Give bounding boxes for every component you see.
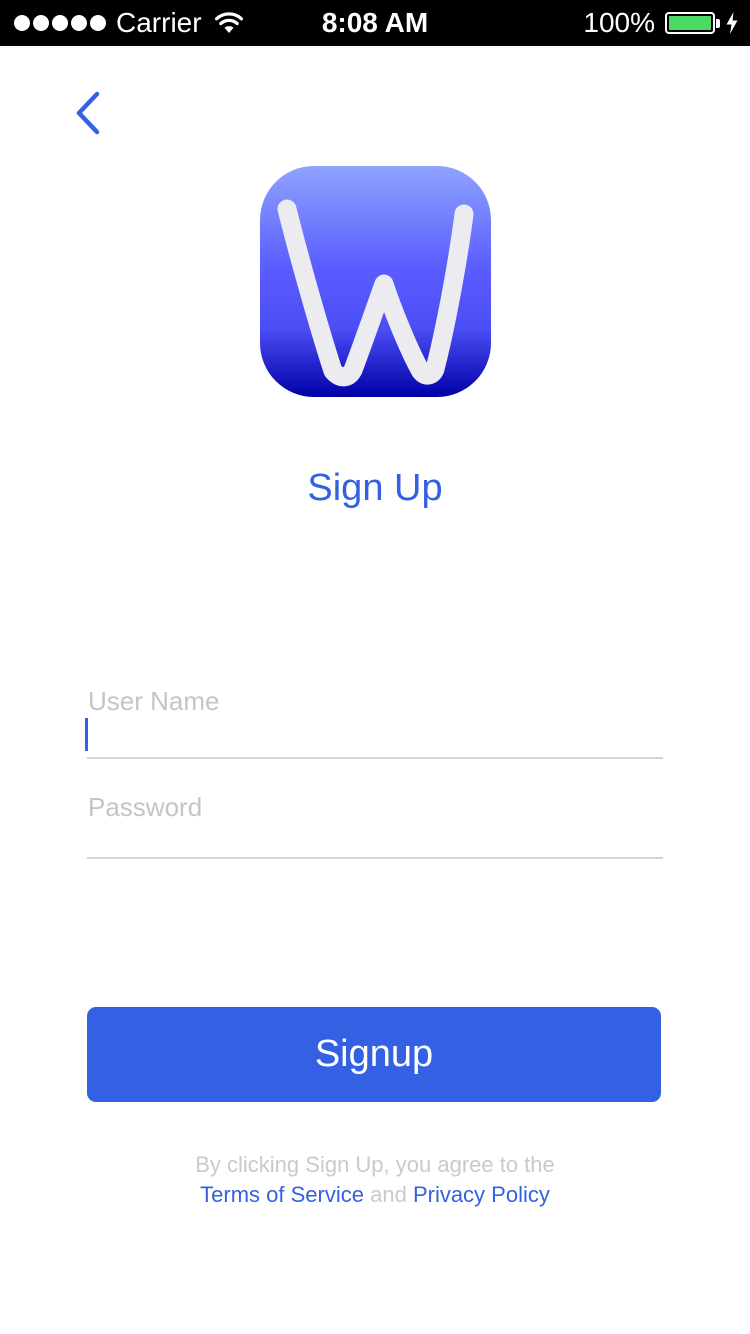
- legal-links-line: Terms of Service and Privacy Policy: [0, 1180, 750, 1210]
- battery-icon: [665, 12, 715, 34]
- logo-w-letter-icon: [277, 199, 474, 387]
- legal-prefix: By clicking Sign Up, you agree to the: [195, 1152, 555, 1177]
- status-right: 100%: [583, 0, 738, 46]
- privacy-policy-link[interactable]: Privacy Policy: [413, 1182, 550, 1207]
- signup-button[interactable]: Signup: [87, 1007, 661, 1102]
- back-button[interactable]: [60, 82, 116, 144]
- carrier-name: Carrier: [116, 7, 202, 38]
- battery-level-fill: [669, 16, 711, 30]
- username-field[interactable]: User Name: [85, 680, 663, 759]
- username-input[interactable]: [87, 713, 663, 753]
- wifi-icon: [214, 12, 243, 33]
- battery-cap: [716, 18, 720, 28]
- page-title: Sign Up: [307, 467, 443, 509]
- terms-of-service-link[interactable]: Terms of Service: [200, 1182, 364, 1207]
- signal-strength-icon: [14, 15, 106, 31]
- charging-bolt-icon: [726, 12, 738, 34]
- status-bar: Carrier 8:08 AM 100%: [0, 0, 750, 46]
- legal-conjunction: and: [370, 1182, 407, 1207]
- app-logo: [260, 166, 491, 397]
- password-field[interactable]: Password: [87, 786, 663, 859]
- legal-notice: By clicking Sign Up, you agree to the Te…: [0, 1150, 750, 1210]
- password-input[interactable]: [87, 813, 663, 853]
- status-left: Carrier: [14, 0, 244, 46]
- battery-percentage: 100%: [583, 7, 655, 38]
- chevron-left-icon: [76, 91, 100, 135]
- signup-screen: Carrier 8:08 AM 100% Sign Up User Name P…: [0, 0, 750, 1334]
